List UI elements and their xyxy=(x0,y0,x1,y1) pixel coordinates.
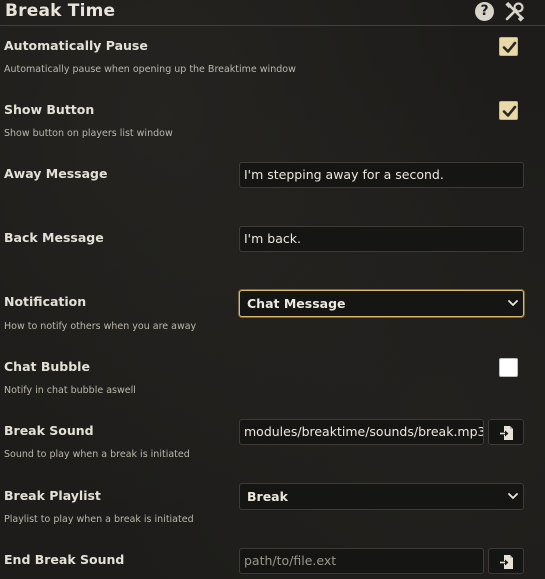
select-value: Chat Message xyxy=(247,296,346,311)
setting-hint: How to notify others when you are away xyxy=(4,321,197,332)
notification-select[interactable]: Chat Message xyxy=(239,290,524,317)
breaktime-settings-panel: Break Time ? Automatically Pause Automat… xyxy=(0,0,545,579)
file-picker-icon xyxy=(500,426,513,440)
setting-label: Notification xyxy=(4,294,87,309)
setting-hint: Show button on players list window xyxy=(4,128,173,139)
setting-label: Automatically Pause xyxy=(4,38,148,53)
setting-hint: Automatically pause when opening up the … xyxy=(4,64,296,75)
setting-label: Away Message xyxy=(4,166,108,181)
automatically-pause-checkbox[interactable] xyxy=(499,37,518,56)
show-button-checkbox[interactable] xyxy=(499,101,518,120)
file-picker-icon xyxy=(500,555,513,569)
setting-label: End Break Sound xyxy=(4,552,125,567)
setting-label: Break Playlist xyxy=(4,488,101,503)
setting-label: Show Button xyxy=(4,102,95,117)
chevron-down-icon xyxy=(508,300,518,306)
away-message-input[interactable]: I'm stepping away for a second. xyxy=(239,162,524,188)
settings-header: Break Time ? xyxy=(0,0,545,26)
section-title: Break Time xyxy=(5,1,116,21)
end-break-sound-file-picker-button[interactable] xyxy=(488,548,524,574)
break-sound-path-input[interactable]: modules/breaktime/sounds/break.mp3 xyxy=(239,419,484,445)
setting-hint: Notify in chat bubble aswell xyxy=(4,385,136,396)
tools-icon[interactable] xyxy=(503,1,525,23)
select-value: Break xyxy=(247,489,288,504)
setting-label: Back Message xyxy=(4,230,104,245)
checkmark-icon xyxy=(502,105,517,117)
break-sound-file-picker-button[interactable] xyxy=(488,419,524,445)
end-break-sound-path-input[interactable]: path/to/file.ext xyxy=(239,548,484,574)
break-playlist-select[interactable]: Break xyxy=(239,483,524,510)
chevron-down-icon xyxy=(508,493,518,499)
question-circle-icon[interactable]: ? xyxy=(475,2,494,21)
setting-hint: Playlist to play when a break is initiat… xyxy=(4,514,194,525)
setting-hint: Sound to play when a break is initiated xyxy=(4,449,190,460)
setting-label: Break Sound xyxy=(4,423,94,438)
checkmark-icon xyxy=(502,41,517,53)
back-message-input[interactable]: I'm back. xyxy=(239,226,524,252)
chat-bubble-checkbox[interactable] xyxy=(499,358,518,377)
setting-label: Chat Bubble xyxy=(4,359,90,374)
